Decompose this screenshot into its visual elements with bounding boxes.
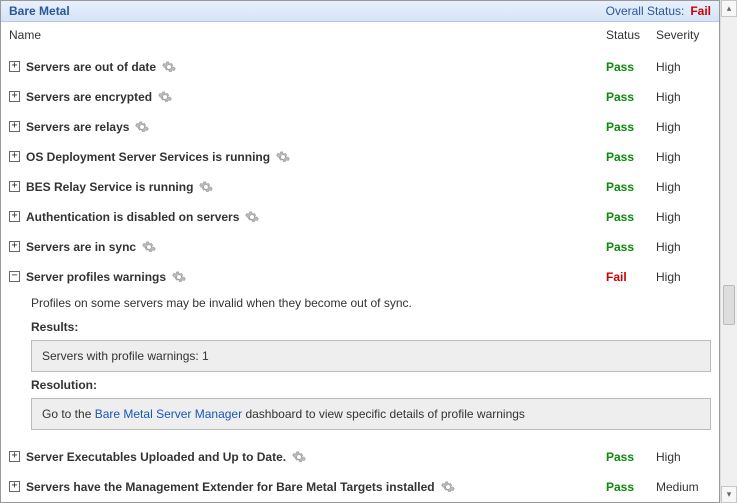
scroll-track[interactable] xyxy=(721,17,737,486)
check-label: Servers are in sync xyxy=(26,240,606,254)
check-severity: High xyxy=(656,90,711,104)
resolution-prefix: Go to the xyxy=(42,407,95,421)
check-status: Pass xyxy=(606,120,656,134)
health-check-panel: Bare Metal Overall Status: Fail Name Sta… xyxy=(0,0,720,503)
check-status: Pass xyxy=(606,240,656,254)
check-label: OS Deployment Server Services is running xyxy=(26,150,606,164)
check-label: Authentication is disabled on servers xyxy=(26,210,606,224)
expand-toggle[interactable]: + xyxy=(9,181,20,192)
expand-toggle[interactable]: + xyxy=(9,91,20,102)
check-status: Fail xyxy=(606,270,656,284)
scroll-up-button[interactable]: ▴ xyxy=(721,0,737,17)
expand-toggle[interactable]: − xyxy=(9,271,20,282)
check-row: + Servers are out of date Pass High xyxy=(1,52,719,82)
check-severity: High xyxy=(656,270,711,284)
expand-toggle[interactable]: + xyxy=(9,481,20,492)
col-status-header: Status xyxy=(606,28,656,42)
col-name-header: Name xyxy=(9,28,606,42)
expand-toggle[interactable]: + xyxy=(9,451,20,462)
vertical-scrollbar[interactable]: ▴ ▾ xyxy=(720,0,737,503)
check-status: Pass xyxy=(606,480,656,494)
gear-icon[interactable] xyxy=(142,240,156,254)
gear-icon[interactable] xyxy=(245,210,259,224)
scroll-thumb[interactable] xyxy=(723,285,735,325)
expand-toggle[interactable]: + xyxy=(9,151,20,162)
resolution-link[interactable]: Bare Metal Server Manager xyxy=(95,407,242,421)
check-severity: High xyxy=(656,450,711,464)
check-status: Pass xyxy=(606,90,656,104)
resolution-label: Resolution: xyxy=(31,378,711,392)
results-box: Servers with profile warnings: 1 xyxy=(31,340,711,372)
check-row: + OS Deployment Server Services is runni… xyxy=(1,142,719,172)
check-label: Server Executables Uploaded and Up to Da… xyxy=(26,450,606,464)
col-severity-header: Severity xyxy=(656,28,711,42)
scroll-down-button[interactable]: ▾ xyxy=(721,486,737,503)
results-label: Results: xyxy=(31,320,711,334)
check-row: + Servers are relays Pass High xyxy=(1,112,719,142)
gear-icon[interactable] xyxy=(135,120,149,134)
check-status: Pass xyxy=(606,210,656,224)
check-row: + Servers are encrypted Pass High xyxy=(1,82,719,112)
results-text: Servers with profile warnings: 1 xyxy=(42,349,209,363)
details-description: Profiles on some servers may be invalid … xyxy=(31,296,711,310)
resolution-box: Go to the Bare Metal Server Manager dash… xyxy=(31,398,711,430)
check-row: − Server profiles warnings Fail High xyxy=(1,262,719,292)
expand-toggle[interactable]: + xyxy=(9,241,20,252)
title-bar: Bare Metal Overall Status: Fail xyxy=(1,1,719,22)
check-label: Servers are out of date xyxy=(26,60,606,74)
overall-status-label: Overall Status: xyxy=(606,4,685,18)
check-severity: Medium xyxy=(656,480,711,494)
check-severity: High xyxy=(656,210,711,224)
check-severity: High xyxy=(656,120,711,134)
check-row: + BES Relay Service is running Pass High xyxy=(1,172,719,202)
panel-title: Bare Metal xyxy=(9,4,606,18)
gear-icon[interactable] xyxy=(158,90,172,104)
check-label: Servers are encrypted xyxy=(26,90,606,104)
expand-toggle[interactable]: + xyxy=(9,61,20,72)
check-status: Pass xyxy=(606,60,656,74)
check-row: + Servers are in sync Pass High xyxy=(1,232,719,262)
gear-icon[interactable] xyxy=(441,480,455,494)
check-severity: High xyxy=(656,180,711,194)
gear-icon[interactable] xyxy=(276,150,290,164)
check-label: BES Relay Service is running xyxy=(26,180,606,194)
check-status: Pass xyxy=(606,450,656,464)
check-status: Pass xyxy=(606,180,656,194)
check-severity: High xyxy=(656,150,711,164)
expand-toggle[interactable]: + xyxy=(9,211,20,222)
check-severity: High xyxy=(656,60,711,74)
check-row: + Authentication is disabled on servers … xyxy=(1,202,719,232)
resolution-suffix: dashboard to view specific details of pr… xyxy=(242,407,525,421)
gear-icon[interactable] xyxy=(199,180,213,194)
gear-icon[interactable] xyxy=(172,270,186,284)
check-row: + Servers have the Management Extender f… xyxy=(1,472,719,502)
overall-status-value: Fail xyxy=(690,4,711,18)
column-headers: Name Status Severity xyxy=(1,22,719,52)
check-label: Server profiles warnings xyxy=(26,270,606,284)
expand-toggle[interactable]: + xyxy=(9,121,20,132)
gear-icon[interactable] xyxy=(162,60,176,74)
check-severity: High xyxy=(656,240,711,254)
gear-icon[interactable] xyxy=(292,450,306,464)
check-status: Pass xyxy=(606,150,656,164)
check-label: Servers are relays xyxy=(26,120,606,134)
check-row: + Server Executables Uploaded and Up to … xyxy=(1,442,719,472)
check-details: Profiles on some servers may be invalid … xyxy=(1,292,719,442)
check-label: Servers have the Management Extender for… xyxy=(26,480,606,494)
